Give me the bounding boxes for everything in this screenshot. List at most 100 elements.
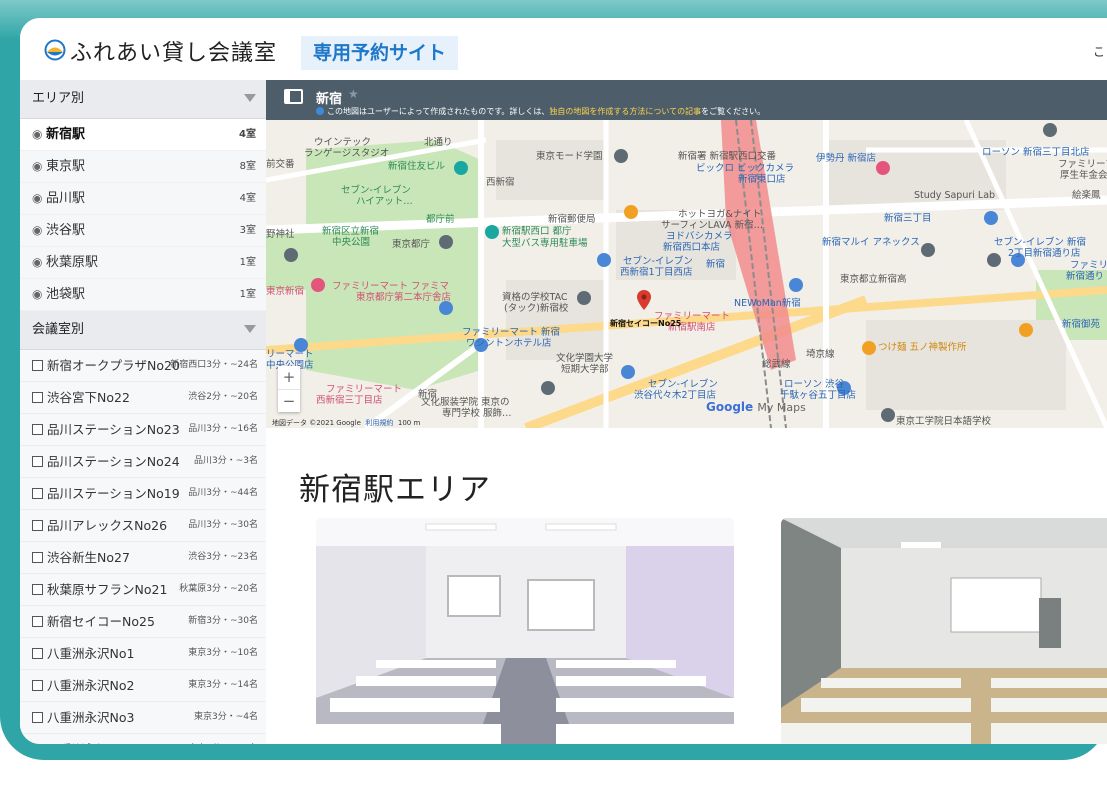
- map-label: 総武線: [762, 359, 791, 370]
- room-item-label: 品川ステーションNo24: [47, 454, 180, 469]
- map-label: 短期大学部: [561, 364, 609, 375]
- area-section-title: エリア別: [32, 91, 85, 106]
- room-item-info: 品川3分・~16名: [188, 424, 258, 434]
- room-item[interactable]: 八重洲永沢No3 東京3分・~4名: [20, 702, 266, 734]
- room-item[interactable]: 品川アレックスNo26 品川3分・~30名: [20, 510, 266, 542]
- area-item[interactable]: ◉ 池袋駅 1室: [20, 279, 266, 311]
- header-right-text[interactable]: こ: [1093, 43, 1105, 60]
- room-section-header[interactable]: 会議室別: [20, 311, 266, 350]
- side-panel-icon[interactable]: [284, 89, 303, 104]
- map-terms-link[interactable]: 利用規約: [365, 419, 393, 427]
- map-label: ハイアット…: [356, 196, 413, 207]
- map-footer: 地図データ ©2021 Google 利用規約 100 m: [272, 418, 420, 428]
- map-label: 都庁前: [426, 214, 455, 225]
- map-label: 東京モード学園: [536, 151, 603, 162]
- zoom-in-button[interactable]: +: [278, 366, 300, 390]
- area-item[interactable]: ◉ 東京駅 8室: [20, 151, 266, 183]
- checkbox[interactable]: [32, 456, 43, 467]
- room-item[interactable]: 渋谷新生No27 渋谷3分・~23名: [20, 542, 266, 574]
- room-item-label: 渋谷宮下No22: [47, 390, 130, 405]
- map-label: 資格の学校TAC: [502, 292, 568, 303]
- area-item[interactable]: ◉ 秋葉原駅 1室: [20, 247, 266, 279]
- location-pin-icon: ◉: [32, 255, 43, 269]
- area-item-label: 新宿駅: [46, 127, 86, 142]
- checkbox[interactable]: [32, 392, 43, 403]
- area-item-count: 4室: [239, 129, 256, 140]
- room-item[interactable]: 品川ステーションNo24 品川3分・~3名: [20, 446, 266, 478]
- room-photo[interactable]: [781, 518, 1107, 744]
- area-item[interactable]: ◉ 品川駅 4室: [20, 183, 266, 215]
- area-item-count: 1室: [239, 257, 256, 268]
- room-item[interactable]: 品川ステーションNo19 品川3分・~44名: [20, 478, 266, 510]
- map-label: NEWoMan新宿: [734, 298, 801, 309]
- room-item-label: 渋谷新生No27: [47, 550, 130, 565]
- room-item[interactable]: 渋谷宮下No22 渋谷2分・~20名: [20, 382, 266, 414]
- map-notice-link[interactable]: 独自の地図を作成する方法についての記事: [549, 107, 701, 116]
- room-photo[interactable]: [316, 518, 734, 744]
- room-item-info: 東京3分・~10名: [188, 648, 258, 658]
- map-attribution: 地図データ ©2021 Google: [272, 419, 361, 427]
- checkbox[interactable]: [32, 680, 43, 691]
- room-item[interactable]: 新宿セイコーNo25 新宿3分・~30名: [20, 606, 266, 638]
- map-label: ランゲージスタジオ: [304, 148, 390, 159]
- room-photo-image: [781, 518, 1107, 744]
- map-label: サーフィンLAVA 新宿…: [661, 220, 764, 231]
- location-pin-icon: ◉: [32, 287, 43, 301]
- room-item-label: 秋葉原サフランNo21: [47, 582, 168, 597]
- checkbox[interactable]: [32, 424, 43, 435]
- map-label: 野神社: [266, 229, 295, 240]
- checkbox[interactable]: [32, 488, 43, 499]
- star-icon[interactable]: ★: [348, 87, 359, 101]
- checkbox[interactable]: [32, 584, 43, 595]
- room-item-info: 新宿西口3分・~24名: [170, 360, 258, 370]
- map-label: セブン-イレブン: [648, 379, 718, 390]
- map-label: Study Sapuri Lab: [914, 190, 996, 201]
- area-section-header[interactable]: エリア別: [20, 80, 266, 119]
- checkbox[interactable]: [32, 520, 43, 531]
- room-item[interactable]: 新宿オークプラザNo20 新宿西口3分・~24名: [20, 350, 266, 382]
- area-item-label: 秋葉原駅: [46, 255, 99, 270]
- checkbox[interactable]: [32, 360, 43, 371]
- area-item-count: 8室: [239, 161, 256, 172]
- room-item-label: 八重洲永沢No13: [47, 742, 142, 744]
- map-label: 渋谷代々木2丁目店: [634, 390, 717, 401]
- map-label: 専門学校 服飾…: [442, 408, 512, 419]
- location-pin-icon: ◉: [32, 223, 43, 237]
- map-label: 新宿: [418, 389, 438, 400]
- checkbox[interactable]: [32, 552, 43, 563]
- room-item-label: 品川ステーションNo23: [47, 422, 180, 437]
- room-item-label: 八重洲永沢No1: [47, 646, 135, 661]
- area-item-label: 渋谷駅: [46, 223, 86, 238]
- room-item[interactable]: 八重洲永沢No2 東京3分・~14名: [20, 670, 266, 702]
- zoom-out-button[interactable]: −: [278, 390, 300, 413]
- room-item-info: 新宿3分・~30名: [188, 616, 258, 626]
- room-item[interactable]: 八重洲永沢No13 東京3分・~10名: [20, 734, 266, 744]
- checkbox[interactable]: [32, 616, 43, 627]
- area-item[interactable]: ◉ 渋谷駅 3室: [20, 215, 266, 247]
- embedded-map[interactable]: 新宿 ★ この地図はユーザーによって作成されたものです。詳しくは、独自の地図を作…: [266, 80, 1107, 428]
- map-marker-icon[interactable]: [637, 290, 651, 310]
- area-item-label: 東京駅: [46, 159, 86, 174]
- room-item[interactable]: 八重洲永沢No1 東京3分・~10名: [20, 638, 266, 670]
- map-label: ビックロ ビックカメラ: [696, 163, 795, 174]
- map-label: 伊勢丹 新宿店: [816, 153, 877, 164]
- area-item[interactable]: ◉ 新宿駅 4室: [20, 119, 266, 151]
- brand-name[interactable]: ふれあい貸し会議室: [70, 35, 277, 67]
- room-section-title: 会議室別: [32, 322, 85, 337]
- map-label: 東京工学院日本語学校: [896, 416, 992, 427]
- room-item-label: 品川ステーションNo19: [47, 486, 180, 501]
- room-item[interactable]: 品川ステーションNo23 品川3分・~16名: [20, 414, 266, 446]
- checkbox[interactable]: [32, 648, 43, 659]
- location-pin-icon: ◉: [32, 159, 43, 173]
- map-label: 2丁目新宿通り店: [1008, 248, 1081, 259]
- room-item-label: 八重洲永沢No2: [47, 678, 135, 693]
- checkbox[interactable]: [32, 712, 43, 723]
- room-item[interactable]: 秋葉原サフランNo21 秋葉原3分・~20名: [20, 574, 266, 606]
- map-label: 厚生年金会: [1060, 170, 1107, 181]
- map-notice-suffix: をご覧ください。: [701, 107, 766, 116]
- area-item-label: 池袋駅: [46, 287, 86, 302]
- main-content: 新宿駅エリア: [266, 428, 1107, 744]
- map-label: ヨドバシカメラ: [666, 231, 733, 242]
- map-label: 新宿通り: [1066, 271, 1105, 282]
- map-label: 大型バス専用駐車場: [502, 238, 588, 249]
